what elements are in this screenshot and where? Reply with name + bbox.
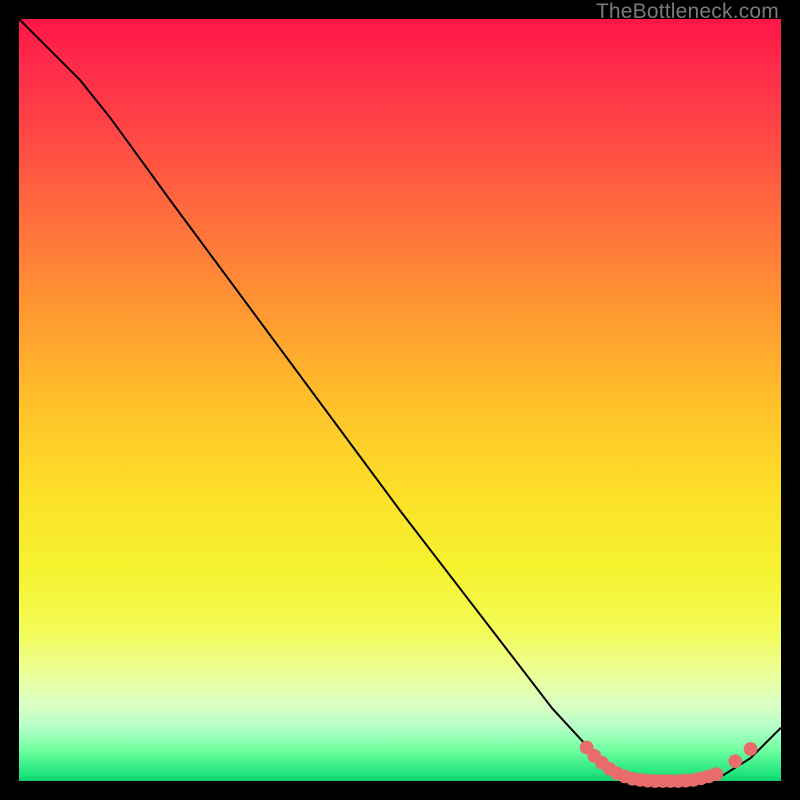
marker-group: [580, 741, 758, 788]
data-marker: [728, 754, 742, 768]
data-marker: [744, 742, 758, 756]
data-marker: [709, 767, 723, 781]
curve-path: [19, 19, 781, 781]
chart-svg: [19, 19, 781, 781]
plot-area: [19, 19, 781, 781]
chart-stage: TheBottleneck.com: [0, 0, 800, 800]
